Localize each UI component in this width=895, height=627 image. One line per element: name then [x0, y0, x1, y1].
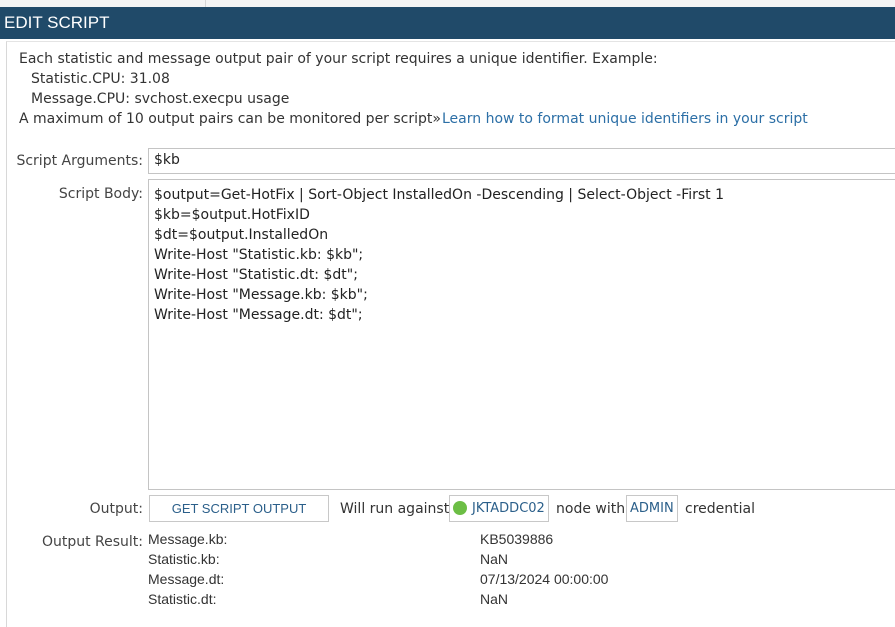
result-key: Statistic.dt:	[148, 591, 217, 607]
script-arguments-input[interactable]: $kb	[148, 148, 895, 174]
top-strip	[0, 0, 895, 7]
output-result-label: Output Result:	[41, 534, 143, 550]
script-arguments-label: Script Arguments:	[16, 153, 143, 169]
script-line: $dt=$output.InstalledOn	[154, 227, 329, 243]
script-line: Write-Host "Message.dt: $dt";	[154, 307, 363, 323]
credential-text: credential	[685, 501, 755, 517]
script-line: $output=Get-HotFix | Sort-Object Install…	[154, 187, 725, 203]
credential-selector[interactable]: ADMIN	[626, 495, 678, 522]
node-status-icon	[453, 500, 467, 515]
page-title: EDIT SCRIPT	[0, 7, 895, 39]
result-value: NaN	[480, 551, 509, 567]
node-with-text: node with	[556, 501, 626, 517]
script-body-label: Script Body:	[58, 186, 143, 202]
run-against-text: Will run against	[340, 501, 450, 517]
info-intro-text: Each statistic and message output pair o…	[19, 51, 658, 67]
example-statistic-text: Statistic.CPU: 31.08	[31, 71, 170, 87]
script-line: $kb=$output.HotFixID	[154, 207, 310, 223]
node-selector[interactable]: JKTADDC02	[449, 495, 549, 522]
result-key: Statistic.kb:	[148, 551, 220, 567]
example-message-text: Message.CPU: svchost.execpu usage	[31, 91, 290, 107]
result-key: Message.kb:	[148, 531, 228, 547]
script-line: Write-Host "Statistic.kb: $kb";	[154, 247, 364, 263]
script-line: Write-Host "Message.kb: $kb";	[154, 287, 368, 303]
result-value: 07/13/2024 00:00:00	[480, 571, 609, 587]
top-divider	[205, 0, 206, 7]
learn-format-link[interactable]: Learn how to format unique identifiers i…	[442, 111, 808, 127]
script-body-textarea[interactable]: $output=Get-HotFix | Sort-Object Install…	[148, 179, 895, 490]
get-script-output-button[interactable]: GET SCRIPT OUTPUT	[149, 495, 329, 522]
output-label: Output:	[89, 501, 143, 517]
result-value: NaN	[480, 591, 509, 607]
max-pairs-text: A maximum of 10 output pairs can be moni…	[19, 111, 441, 127]
result-value: KB5039886	[480, 531, 554, 547]
result-key: Message.dt:	[148, 571, 225, 587]
node-name: JKTADDC02	[472, 501, 545, 516]
script-line: Write-Host "Statistic.dt: $dt";	[154, 267, 358, 283]
